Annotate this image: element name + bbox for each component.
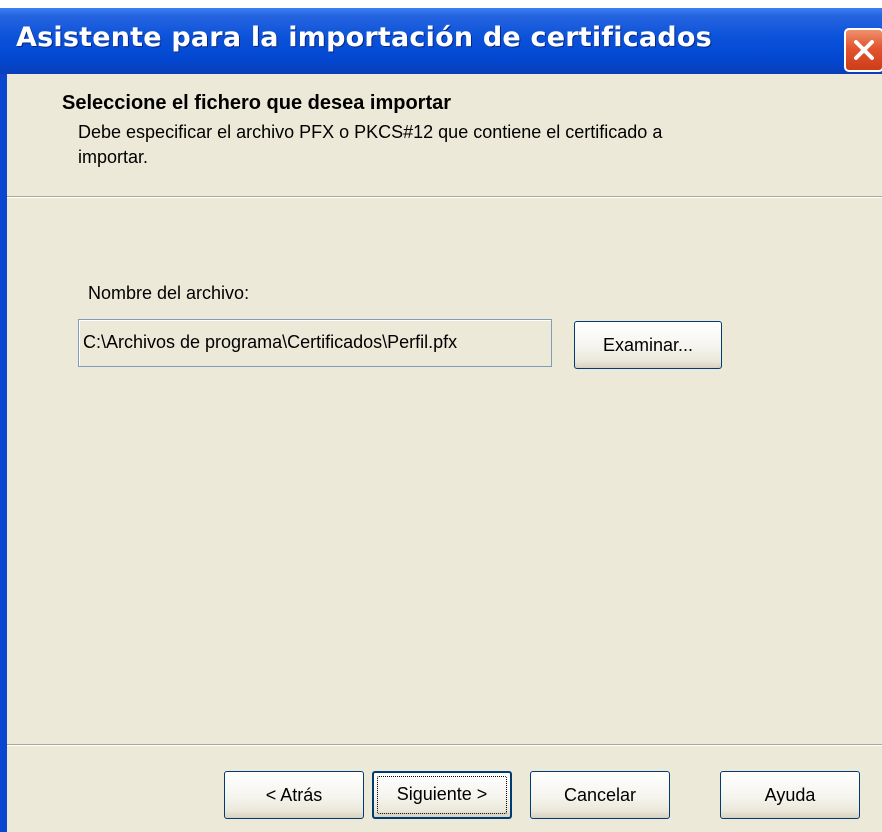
- footer-divider-highlight: [7, 745, 882, 746]
- close-icon: [854, 40, 874, 60]
- wizard-step-description: Debe especificar el archivo PFX o PKCS#1…: [78, 122, 663, 167]
- file-name-value: C:\Archivos de programa\Certificados\Per…: [83, 332, 458, 352]
- window-title: Asistente para la importación de certifi…: [16, 22, 712, 53]
- back-button[interactable]: < Atrás: [224, 771, 364, 819]
- next-button[interactable]: Siguiente >: [372, 771, 512, 819]
- help-button[interactable]: Ayuda: [720, 771, 860, 819]
- cancel-button[interactable]: Cancelar: [530, 771, 670, 819]
- header-divider-highlight: [7, 197, 882, 198]
- title-bar[interactable]: Asistente para la importación de certifi…: [0, 8, 882, 74]
- wizard-step-title: Seleccione el fichero que desea importar: [62, 92, 452, 114]
- file-name-label: Nombre del archivo:: [88, 283, 250, 303]
- import-certificate-wizard-window: Asistente para la importación de certifi…: [0, 0, 882, 832]
- close-button[interactable]: [844, 28, 882, 72]
- focus-ring: [377, 776, 507, 814]
- top-edge: [0, 0, 882, 8]
- browse-button[interactable]: Examinar...: [574, 321, 722, 369]
- window-left-border: [0, 74, 7, 832]
